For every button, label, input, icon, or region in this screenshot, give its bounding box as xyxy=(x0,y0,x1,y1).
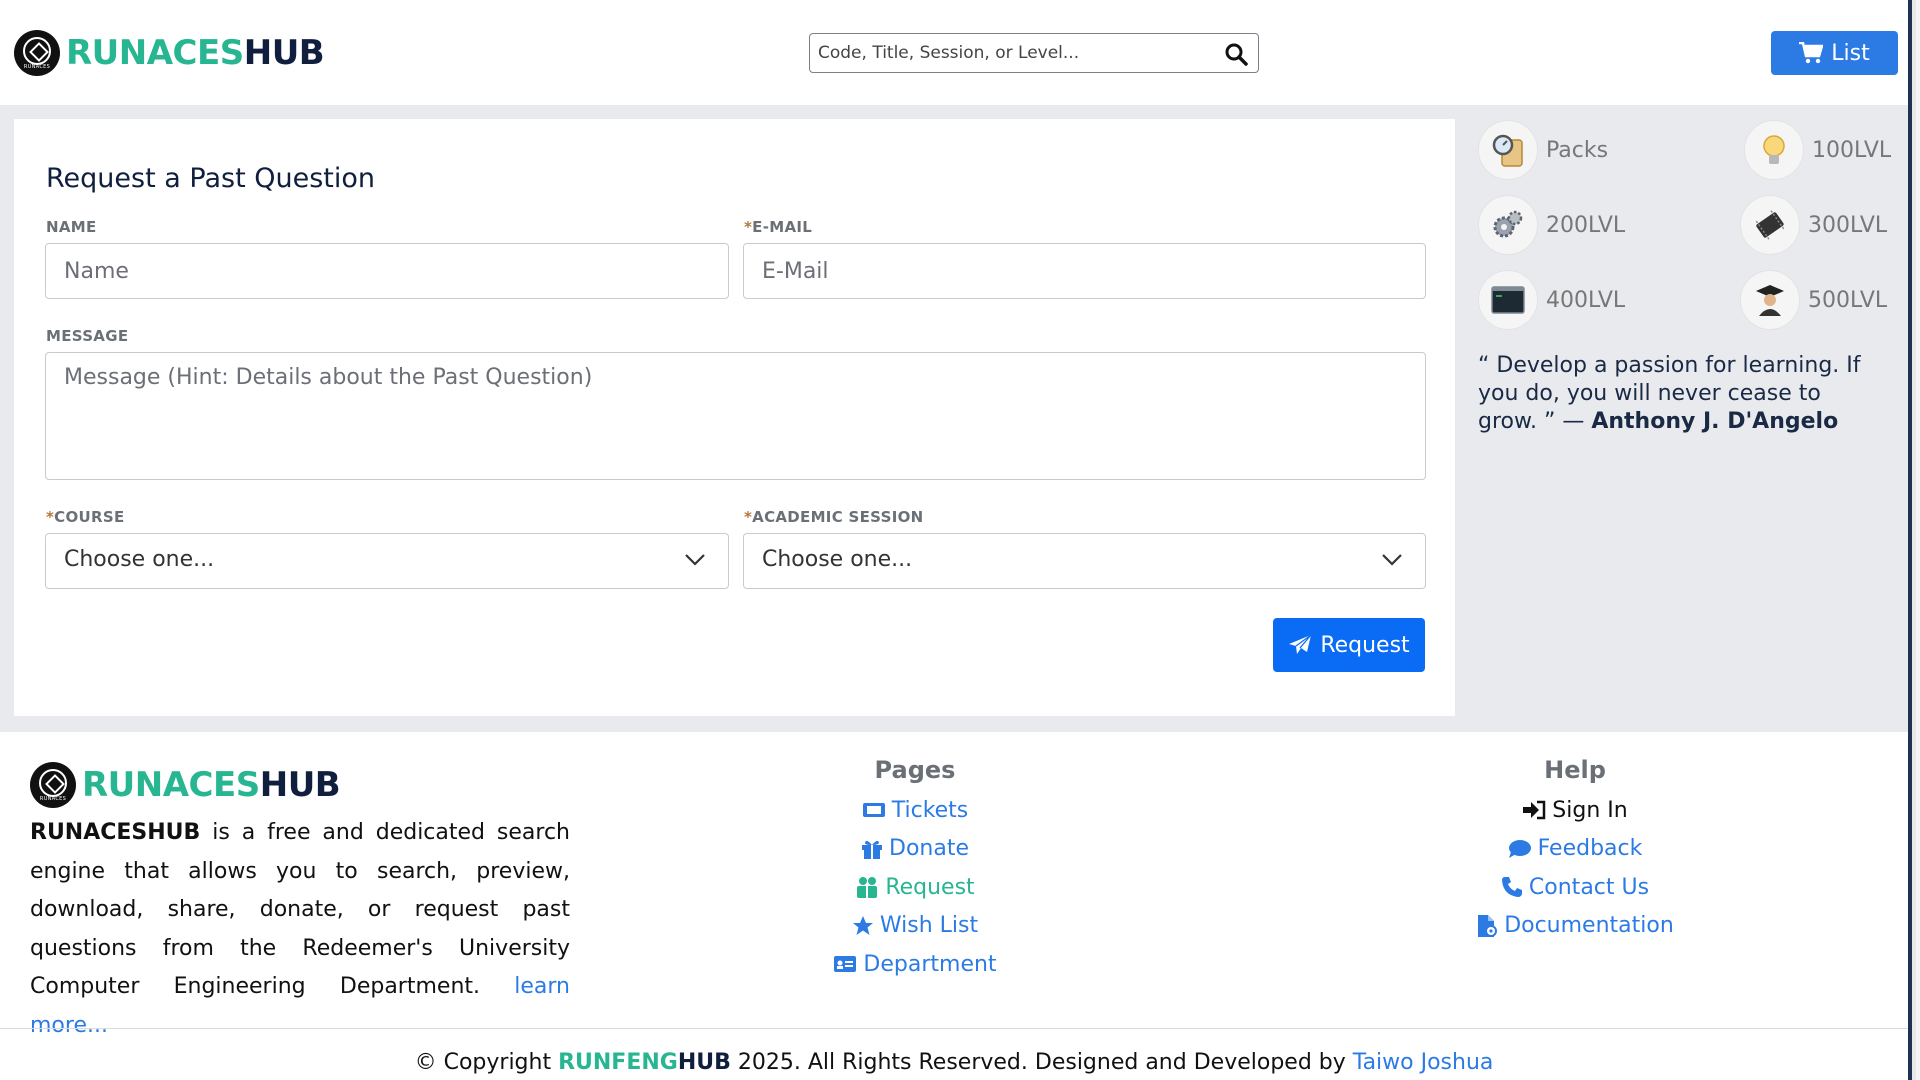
top-navbar: RUNACES RUNACESHUB List xyxy=(0,0,1908,105)
gears-icon xyxy=(1478,195,1538,255)
footer-link-donate[interactable]: Donate xyxy=(815,830,1015,869)
microchip-icon xyxy=(1740,195,1800,255)
request-submit-button[interactable]: Request xyxy=(1273,618,1425,672)
footer-link-contact[interactable]: Contact Us xyxy=(1450,868,1700,907)
star-icon xyxy=(852,915,873,935)
footer-logo[interactable]: RUNACES RUNACESHUB xyxy=(30,762,341,808)
footer-link-feedback[interactable]: Feedback xyxy=(1450,830,1700,869)
graduate-icon xyxy=(1740,270,1800,330)
course-label: *COURSE xyxy=(46,508,125,526)
logo-icon: RUNACES xyxy=(30,762,76,808)
footer-link-wishlist[interactable]: Wish List xyxy=(815,907,1015,946)
copyright-notice: © Copyright RUNFENGHUB 2025. All Rights … xyxy=(414,1050,1494,1075)
lightbulb-icon xyxy=(1744,120,1804,180)
search-input[interactable] xyxy=(818,40,1208,66)
list-button[interactable]: List xyxy=(1771,31,1898,75)
course-select[interactable]: Choose one... xyxy=(45,533,729,589)
footer-divider xyxy=(0,1028,1908,1029)
footer-brand-name: RUNACESHUB xyxy=(30,820,201,845)
message-textarea[interactable] xyxy=(46,353,1425,479)
footer-link-request[interactable]: Request xyxy=(815,868,1015,907)
level-link-300[interactable]: 300LVL xyxy=(1740,195,1887,255)
window-edge xyxy=(1908,0,1912,1080)
footer-logo-text: RUNACESHUB xyxy=(82,765,341,805)
ticket-icon xyxy=(862,803,885,818)
id-card-icon xyxy=(834,956,857,973)
footer-link-signin[interactable]: Sign In xyxy=(1450,791,1700,830)
list-button-label: List xyxy=(1831,40,1870,66)
comment-icon xyxy=(1508,839,1531,858)
name-label: NAME xyxy=(46,218,97,236)
footer-help-column: Help Sign In Feedback Contact Us Documen… xyxy=(1450,756,1700,945)
session-label: *ACADEMIC SESSION xyxy=(744,508,924,526)
quote-author: Anthony J. D'Angelo xyxy=(1591,409,1839,434)
email-input[interactable] xyxy=(744,244,1425,298)
form-title: Request a Past Question xyxy=(46,163,375,194)
name-input[interactable] xyxy=(46,244,728,298)
message-label: MESSAGE xyxy=(46,327,129,345)
footer-link-department[interactable]: Department xyxy=(815,945,1015,984)
search-box xyxy=(809,33,1259,73)
logo-icon: RUNACES xyxy=(14,30,60,76)
email-label: *E-MAIL xyxy=(744,218,813,236)
level-link-100[interactable]: 100LVL xyxy=(1744,120,1891,180)
site-footer: RUNACES RUNACESHUB RUNACESHUB is a free … xyxy=(0,732,1908,1080)
course-select-value: Choose one... xyxy=(64,547,215,572)
terminal-icon xyxy=(1478,270,1538,330)
chevron-down-icon xyxy=(1382,554,1402,566)
pages-heading: Pages xyxy=(874,756,956,784)
sign-in-icon xyxy=(1523,801,1546,820)
footer-description: RUNACESHUB is a free and dedicated searc… xyxy=(30,820,570,1038)
message-field-wrapper xyxy=(45,352,1426,480)
footer-link-tickets[interactable]: Tickets xyxy=(815,791,1015,830)
search-icon[interactable] xyxy=(1224,42,1248,66)
request-form-card: Request a Past Question NAME *E-MAIL MES… xyxy=(14,119,1455,716)
session-select-value: Choose one... xyxy=(762,547,913,572)
file-icon xyxy=(1478,914,1498,937)
magnifier-scroll-icon xyxy=(1478,120,1538,180)
help-heading: Help xyxy=(1544,756,1606,784)
cart-icon xyxy=(1799,42,1824,64)
phone-icon xyxy=(1501,877,1522,898)
inspirational-quote: “ Develop a passion for learning. If you… xyxy=(1478,352,1878,436)
email-field-wrapper xyxy=(743,243,1426,299)
name-field-wrapper xyxy=(45,243,729,299)
request-people-icon xyxy=(857,877,878,899)
session-select[interactable]: Choose one... xyxy=(743,533,1426,589)
level-link-400[interactable]: 400LVL xyxy=(1478,270,1625,330)
level-link-200[interactable]: 200LVL xyxy=(1478,195,1625,255)
logo-text: RUNACESHUB xyxy=(66,33,325,73)
site-logo[interactable]: RUNACES RUNACESHUB xyxy=(14,30,325,76)
gift-icon xyxy=(862,840,882,859)
level-link-packs[interactable]: Packs xyxy=(1478,120,1608,180)
paper-plane-icon xyxy=(1289,634,1312,654)
footer-pages-column: Pages Tickets Donate Request Wish List D… xyxy=(815,756,1015,984)
footer-link-documentation[interactable]: Documentation xyxy=(1450,907,1700,946)
level-link-500[interactable]: 500LVL xyxy=(1740,270,1887,330)
chevron-down-icon xyxy=(685,554,705,566)
request-submit-label: Request xyxy=(1320,632,1410,658)
author-link[interactable]: Taiwo Joshua xyxy=(1353,1050,1494,1075)
